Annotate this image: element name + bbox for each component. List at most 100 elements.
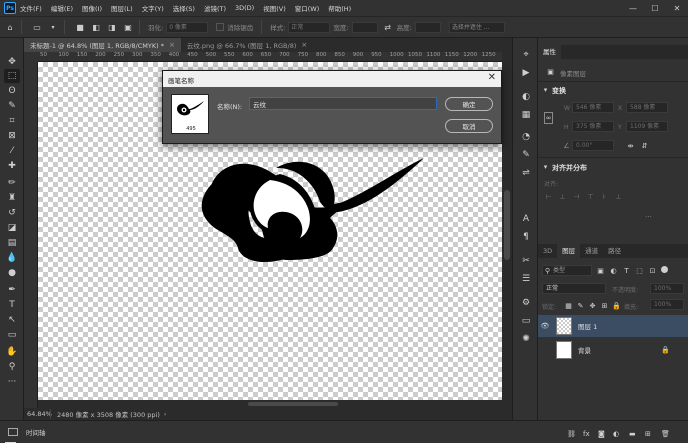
layer-row[interactable]: 背景 🔒 [538, 339, 688, 361]
width-input[interactable] [351, 21, 378, 33]
filter-pixel-icon[interactable]: ▣ [596, 266, 605, 275]
chevron-down-icon[interactable]: ▾ [47, 21, 59, 33]
opacity-field[interactable]: 100% [650, 283, 684, 294]
layer-row[interactable]: 👁 图层 1 [538, 315, 688, 337]
adjustments-icon[interactable]: ◔ [519, 130, 533, 144]
angle-field[interactable]: 0.00° [572, 140, 614, 151]
play-action-icon[interactable]: ▶ [519, 66, 533, 80]
move-tool-icon[interactable]: ✥ [4, 55, 20, 69]
horizontal-scrollbar[interactable] [38, 400, 502, 408]
vertical-ruler[interactable] [24, 62, 38, 408]
lock-artboard-icon[interactable]: ⊞ [600, 301, 609, 310]
info-icon[interactable]: ✺ [519, 332, 533, 346]
menu-select[interactable]: 选择(S) [173, 3, 195, 13]
menu-filter[interactable]: 滤镜(T) [204, 3, 226, 13]
eyedropper-tool-icon[interactable]: ⁄ [4, 144, 20, 158]
hand-tool-icon[interactable]: ✋ [4, 345, 20, 359]
ok-button[interactable]: 确定 [445, 97, 493, 111]
type-tool-icon[interactable]: T [4, 298, 20, 312]
menu-type[interactable]: 文字(Y) [142, 3, 164, 13]
history-icon[interactable]: ⌖ [519, 48, 533, 62]
close-icon[interactable]: ✕ [488, 72, 496, 83]
tab-properties[interactable]: 属性 [538, 45, 561, 59]
close-icon[interactable]: × [301, 41, 307, 49]
filter-shape-icon[interactable]: ⬚ [635, 266, 644, 275]
marquee-preset-icon[interactable]: ▭ [31, 21, 43, 33]
zoom-tool-icon[interactable]: ⚲ [4, 360, 20, 374]
link-icon[interactable]: ∞ [544, 112, 553, 124]
home-icon[interactable]: ⌂ [4, 21, 16, 33]
paragraph-icon[interactable]: ¶ [519, 230, 533, 244]
filter-toggle-icon[interactable] [661, 266, 668, 273]
chevron-down-icon[interactable]: ▾ [541, 85, 550, 94]
character-icon[interactable]: A [519, 212, 533, 226]
x-field[interactable]: 588 像素 [626, 102, 668, 113]
horizontal-ruler[interactable]: 50 100 150 200 250 300 350 400 450 500 550 600 650 70… [38, 52, 502, 62]
menu-edit[interactable]: 编辑(E) [51, 3, 73, 13]
marquee-tool-icon[interactable]: ⬚ [4, 69, 20, 83]
height-input[interactable] [414, 21, 441, 33]
maximize-button[interactable]: ☐ [644, 0, 666, 16]
cancel-button[interactable]: 取消 [445, 119, 493, 133]
flip-horizontal-icon[interactable]: ⇹ [626, 141, 635, 150]
width-field[interactable]: 546 像素 [572, 102, 614, 113]
shape-tool-icon[interactable]: ▭ [4, 328, 20, 342]
lock-pixels-icon[interactable]: ✎ [576, 301, 585, 310]
menu-image[interactable]: 图像(I) [82, 3, 102, 13]
fill-field[interactable]: 100% [650, 299, 684, 310]
eraser-tool-icon[interactable]: ◪ [4, 221, 20, 235]
lock-transparency-icon[interactable]: ▦ [564, 301, 573, 310]
layer-name[interactable]: 背景 [578, 345, 591, 355]
brush-tool-icon[interactable]: ✏ [4, 176, 20, 190]
intersect-selection-icon[interactable]: ▣ [122, 21, 134, 33]
filter-type-icon[interactable]: T [622, 266, 631, 275]
filter-adjustment-icon[interactable]: ◐ [609, 266, 618, 275]
swatches-icon[interactable]: ▦ [519, 108, 533, 122]
tab-yunwen[interactable]: 云纹.png @ 66.7% (图层 1, RGB/8) × [181, 38, 313, 52]
blend-mode-select[interactable]: 正常 [542, 283, 606, 294]
quick-select-tool-icon[interactable]: ✎ [4, 99, 20, 113]
flip-vertical-icon[interactable]: ⇵ [640, 141, 649, 150]
color-icon[interactable]: ◐ [519, 90, 533, 104]
dodge-tool-icon[interactable]: ● [4, 266, 20, 280]
menu-layer[interactable]: 图层(L) [111, 3, 133, 13]
y-field[interactable]: 1109 像素 [626, 121, 668, 132]
new-group-icon[interactable]: ▬ [629, 430, 636, 438]
feather-input[interactable]: 0 像素 [166, 21, 209, 33]
subtract-selection-icon[interactable]: ◨ [106, 21, 118, 33]
select-and-mask-button[interactable]: 选择并遮住 ... [448, 21, 505, 33]
clone-source-icon[interactable]: ⇌ [519, 166, 533, 180]
swap-icon[interactable]: ⇄ [382, 21, 394, 33]
menu-help[interactable]: 帮助(H) [328, 3, 351, 13]
antialias-checkbox[interactable] [216, 23, 225, 31]
layer-comps-icon[interactable]: ▭ [519, 314, 533, 328]
visibility-eye-icon[interactable]: 👁 [538, 322, 552, 330]
menu-view[interactable]: 视图(V) [263, 3, 286, 13]
tab-paths[interactable]: 路径 [603, 244, 626, 258]
tools-icon[interactable]: ✂ [519, 254, 533, 268]
style-select[interactable]: 正常 [288, 21, 331, 33]
history-brush-tool-icon[interactable]: ↺ [4, 206, 20, 220]
lock-position-icon[interactable]: ✥ [588, 301, 597, 310]
horizontal-scroll-thumb[interactable] [248, 402, 338, 406]
height-field[interactable]: 375 像素 [572, 121, 614, 132]
brushes-icon[interactable]: ✎ [519, 148, 533, 162]
menu-file[interactable]: 文件(F) [20, 3, 42, 13]
zoom-level[interactable]: 64.84% [24, 410, 52, 418]
layer-name[interactable]: 图层 1 [578, 321, 597, 331]
more-tools-icon[interactable]: ··· [4, 375, 20, 389]
tab-channels[interactable]: 通道 [580, 244, 603, 258]
tab-layers[interactable]: 图层 [557, 244, 581, 258]
lock-all-icon[interactable]: 🔒 [612, 301, 621, 310]
libraries-icon[interactable]: ⚙ [519, 296, 533, 310]
close-icon[interactable]: × [169, 41, 175, 49]
layer-mask-icon[interactable]: ◙ [598, 430, 605, 438]
vertical-scroll-thumb[interactable] [504, 190, 510, 260]
lasso-tool-icon[interactable]: ʘ [4, 84, 20, 98]
minimize-button[interactable]: — [622, 0, 644, 16]
align-right-icon[interactable]: ⊣ [572, 192, 581, 201]
align-bottom-icon[interactable]: ⊥ [614, 192, 623, 201]
frame-tool-icon[interactable]: ⊠ [4, 129, 20, 143]
crop-tool-icon[interactable]: ⌗ [4, 114, 20, 128]
path-select-tool-icon[interactable]: ↖ [4, 313, 20, 327]
